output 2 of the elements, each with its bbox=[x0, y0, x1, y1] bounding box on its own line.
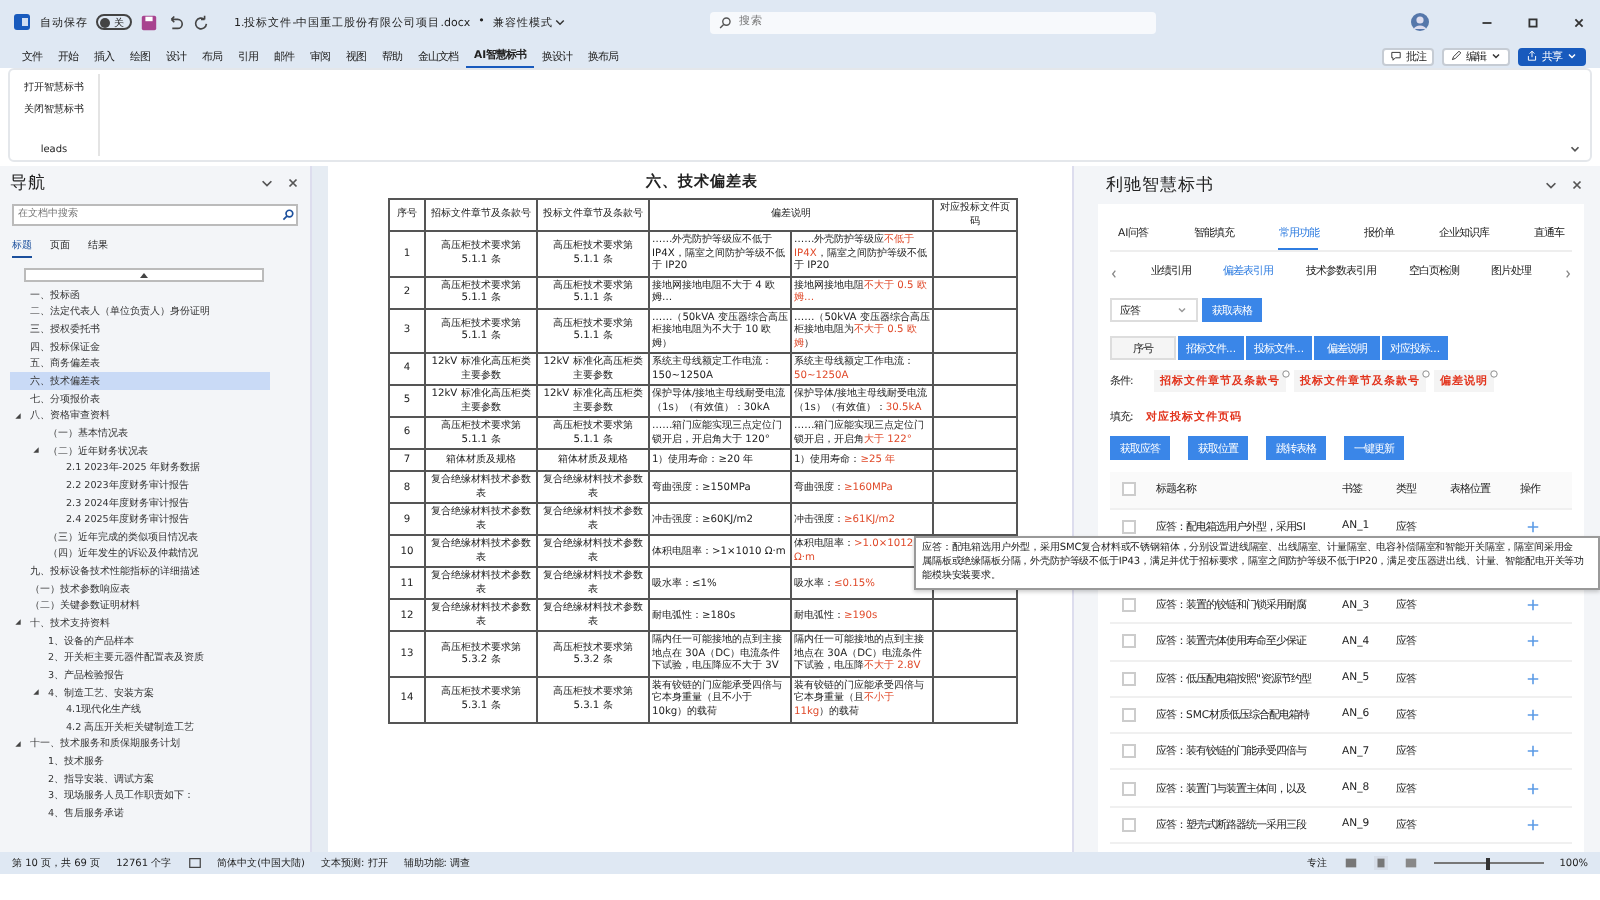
pane-title: 导航 bbox=[10, 171, 48, 195]
panel-title: 利驰智慧标书 bbox=[1106, 173, 1216, 198]
